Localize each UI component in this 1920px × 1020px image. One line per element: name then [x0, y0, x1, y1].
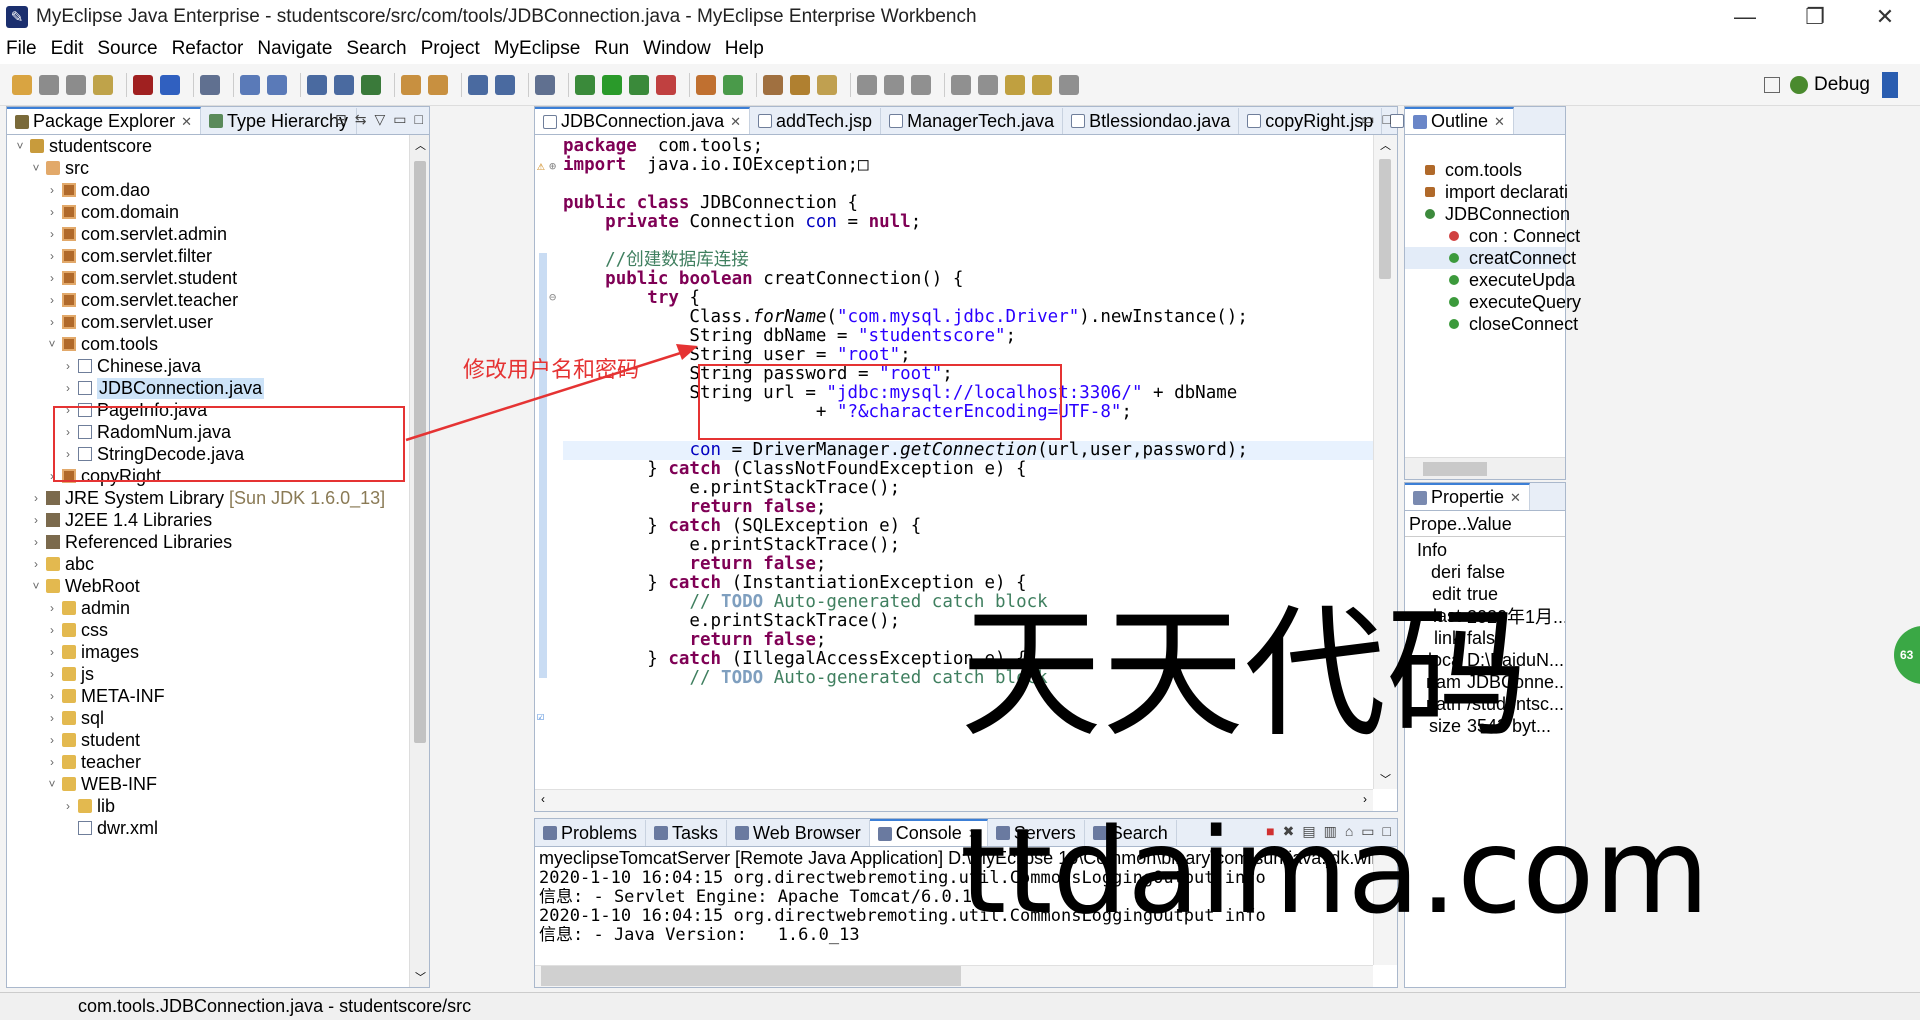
watermark-chinese: 天天代码 [960, 592, 1528, 757]
watermark-url: ttdaima.com [960, 802, 1710, 940]
